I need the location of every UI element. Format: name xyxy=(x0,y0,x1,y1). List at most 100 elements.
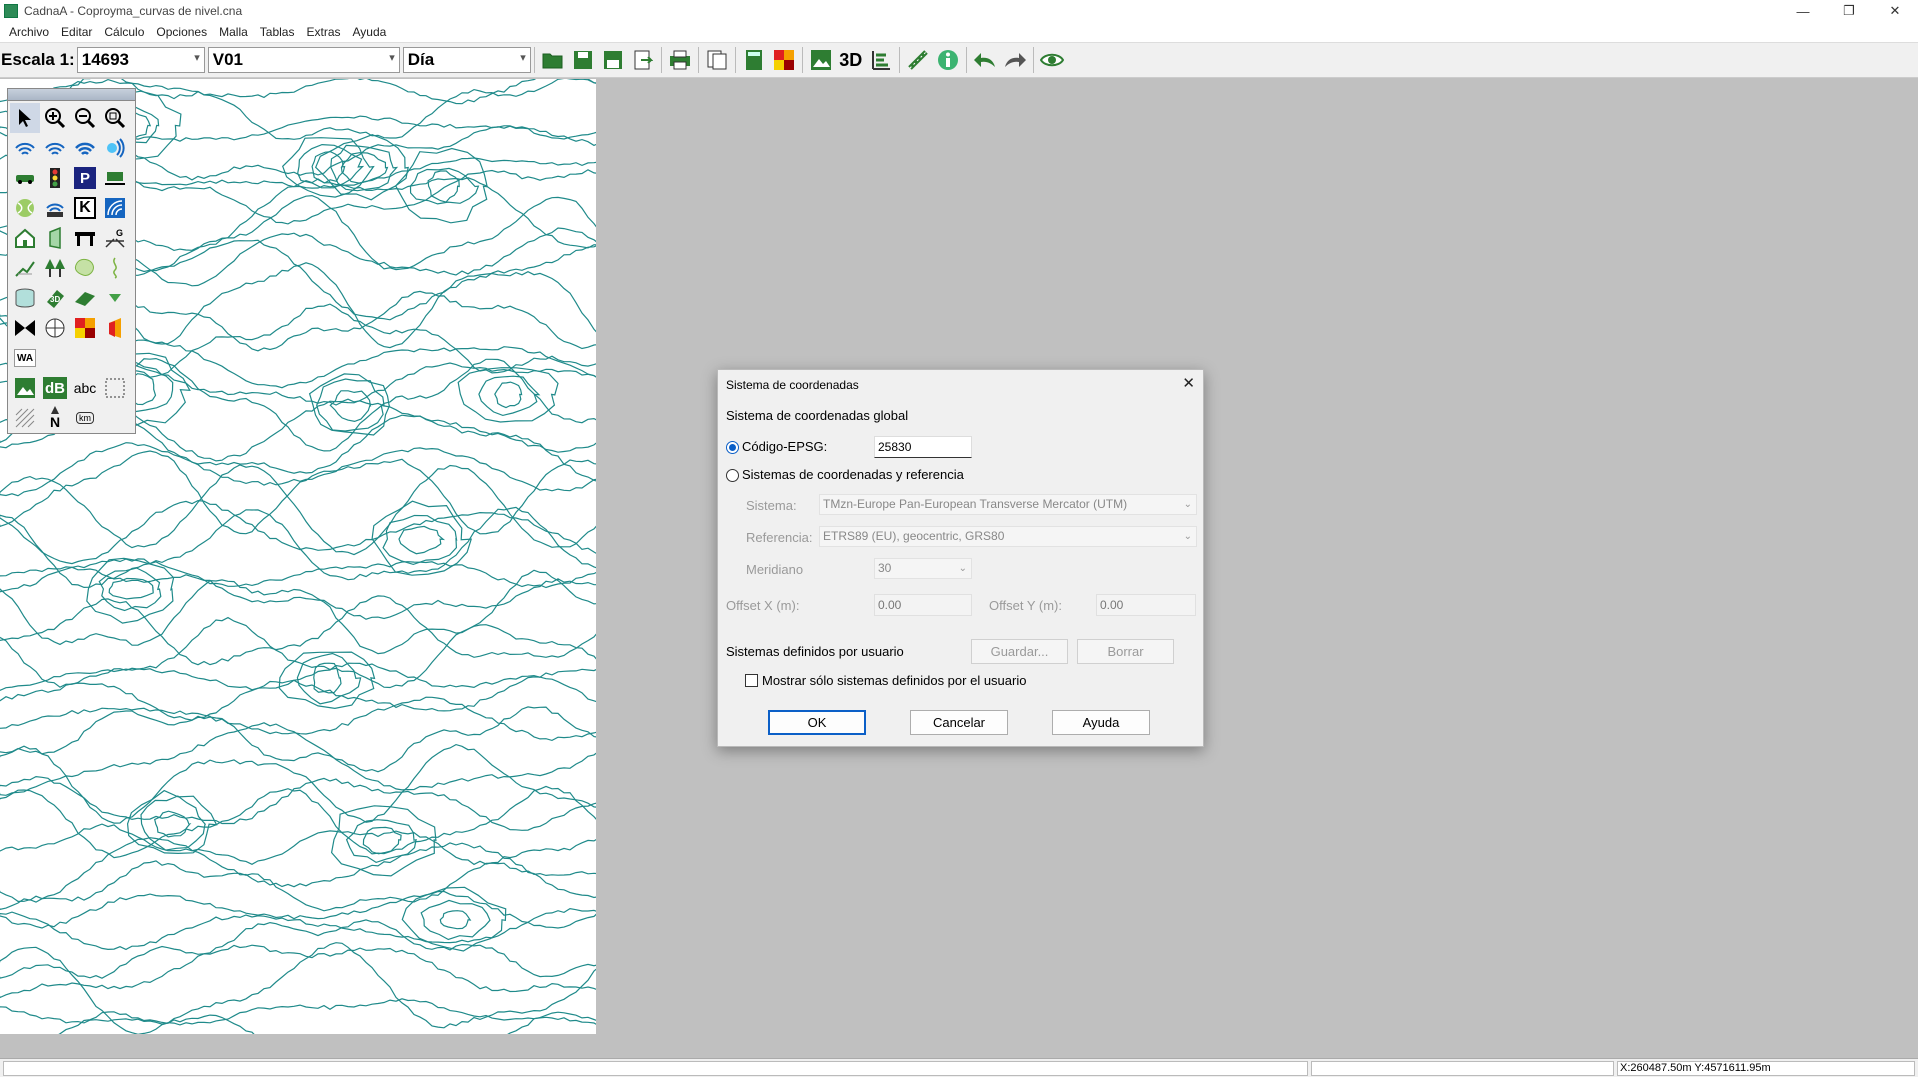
reflector-3d-icon[interactable]: 3D xyxy=(40,283,70,313)
embankment-icon[interactable] xyxy=(100,253,130,283)
contour-loop xyxy=(316,378,385,432)
sistema-select[interactable]: TMzn-Europe Pan-European Transverse Merc… xyxy=(819,494,1197,515)
menu-calculo[interactable]: Cálculo xyxy=(98,25,150,39)
zoom-out-icon[interactable] xyxy=(70,103,100,133)
referencia-select[interactable]: ETRS89 (EU), geocentric, GRS80 ⌄ xyxy=(819,526,1197,547)
borrar-button[interactable]: Borrar xyxy=(1077,639,1174,664)
toolbar-separator xyxy=(660,47,662,73)
pages-icon[interactable] xyxy=(703,46,731,74)
receiver-point-icon[interactable] xyxy=(40,313,70,343)
period-combo[interactable]: Día ▾ xyxy=(402,47,531,73)
hatch-area-icon[interactable] xyxy=(100,193,130,223)
save-as-icon[interactable] xyxy=(599,46,627,74)
menu-opciones[interactable]: Opciones xyxy=(150,25,213,39)
export-icon[interactable] xyxy=(629,46,657,74)
offset-y-field[interactable]: 0.00 xyxy=(1096,594,1196,616)
guardar-button[interactable]: Guardar... xyxy=(971,639,1068,664)
db-tool-button[interactable]: dB xyxy=(43,377,67,399)
scale-combo[interactable]: 14693 ▾ xyxy=(76,47,205,73)
barrier-wall-icon[interactable] xyxy=(40,223,70,253)
epsg-field[interactable]: 25830 xyxy=(874,436,972,458)
industry-source-icon[interactable] xyxy=(40,193,70,223)
print-icon[interactable] xyxy=(666,46,694,74)
contour-line xyxy=(0,595,596,666)
plane-icon[interactable] xyxy=(70,283,100,313)
contour-line-icon[interactable] xyxy=(10,253,40,283)
cadna-app-icon xyxy=(4,4,18,18)
point-source-icon[interactable] xyxy=(10,133,40,163)
only-user-label: Mostrar sólo sistemas definidos por el u… xyxy=(762,673,1027,688)
crs-radio[interactable] xyxy=(726,469,739,482)
measure-icon[interactable] xyxy=(904,46,932,74)
chevron-down-icon: ⌄ xyxy=(1183,531,1192,542)
grid-color-icon[interactable] xyxy=(70,313,100,343)
save-icon[interactable] xyxy=(569,46,597,74)
eye-icon[interactable] xyxy=(1038,46,1066,74)
ground-absorption-icon[interactable]: G xyxy=(100,223,130,253)
empty-slot xyxy=(100,403,130,433)
restore-button[interactable]: ❐ xyxy=(1826,0,1872,22)
open-folder-icon[interactable] xyxy=(539,46,567,74)
chevron-down-icon: ▾ xyxy=(520,52,526,64)
grid-map-icon[interactable] xyxy=(770,46,798,74)
facade-grid-icon[interactable] xyxy=(100,313,130,343)
contour-line xyxy=(0,450,596,535)
offset-x-field[interactable]: 0.00 xyxy=(874,594,972,616)
north-arrow-button[interactable]: N xyxy=(40,403,70,433)
zoom-window-icon[interactable] xyxy=(100,103,130,133)
menu-editar[interactable]: Editar xyxy=(55,25,98,39)
help-button[interactable]: Ayuda xyxy=(1052,710,1150,735)
text-tool-button[interactable]: abc xyxy=(70,373,100,403)
menu-tablas[interactable]: Tablas xyxy=(254,25,301,39)
menu-archivo[interactable]: Archivo xyxy=(3,25,55,39)
contour-loop xyxy=(86,557,175,624)
palette-caption[interactable] xyxy=(8,89,135,101)
road-car-icon[interactable] xyxy=(10,163,40,193)
meridiano-label: Meridiano xyxy=(746,562,804,577)
k-tool-button[interactable]: K xyxy=(74,197,96,219)
traffic-light-icon[interactable] xyxy=(40,163,70,193)
line-source-icon[interactable] xyxy=(40,133,70,163)
building-house-icon[interactable] xyxy=(10,223,40,253)
bridge-icon[interactable] xyxy=(70,223,100,253)
close-window-button[interactable]: ✕ xyxy=(1872,0,1918,22)
trees-icon[interactable] xyxy=(40,253,70,283)
landscape-picture-icon[interactable] xyxy=(10,373,40,403)
triangle-down-icon[interactable] xyxy=(100,283,130,313)
epsg-radio[interactable] xyxy=(726,441,739,454)
terrain-area-icon[interactable] xyxy=(70,253,100,283)
hatch-pattern-icon[interactable] xyxy=(10,403,40,433)
area-source-icon[interactable] xyxy=(70,133,100,163)
cancel-button[interactable]: Cancelar xyxy=(910,710,1008,735)
only-user-checkbox[interactable] xyxy=(745,674,758,687)
vertical-source-icon[interactable] xyxy=(100,133,130,163)
close-icon[interactable]: ✕ xyxy=(1182,374,1195,392)
menu-ayuda[interactable]: Ayuda xyxy=(347,25,393,39)
info-icon[interactable] xyxy=(934,46,962,74)
calculator-icon[interactable] xyxy=(740,46,768,74)
rectangle-select-icon[interactable] xyxy=(100,373,130,403)
select-arrow-icon[interactable] xyxy=(10,103,40,133)
view-3d-button[interactable]: 3D xyxy=(837,46,865,74)
contour-loop xyxy=(439,910,472,930)
scale-bar-button[interactable]: km xyxy=(70,403,100,433)
minimize-button[interactable]: — xyxy=(1780,0,1826,22)
section-icon[interactable] xyxy=(867,46,895,74)
undo-icon[interactable] xyxy=(971,46,999,74)
railway-icon[interactable] xyxy=(100,163,130,193)
wa-tool-button[interactable]: WA xyxy=(14,349,36,367)
zoom-in-icon[interactable] xyxy=(40,103,70,133)
ok-button[interactable]: OK xyxy=(768,710,866,735)
contour-loop xyxy=(345,819,417,864)
tennis-ball-icon[interactable] xyxy=(10,193,40,223)
bowtie-icon[interactable] xyxy=(10,313,40,343)
cylinder-icon[interactable] xyxy=(10,283,40,313)
contour-loop xyxy=(494,381,523,409)
parking-lot-button[interactable]: P xyxy=(74,167,96,189)
meridiano-select[interactable]: 30 ⌄ xyxy=(874,558,972,579)
variant-combo[interactable]: V01 ▾ xyxy=(207,47,400,73)
landscape-icon[interactable] xyxy=(807,46,835,74)
menu-extras[interactable]: Extras xyxy=(300,25,346,39)
menu-malla[interactable]: Malla xyxy=(213,25,254,39)
redo-icon[interactable] xyxy=(1001,46,1029,74)
